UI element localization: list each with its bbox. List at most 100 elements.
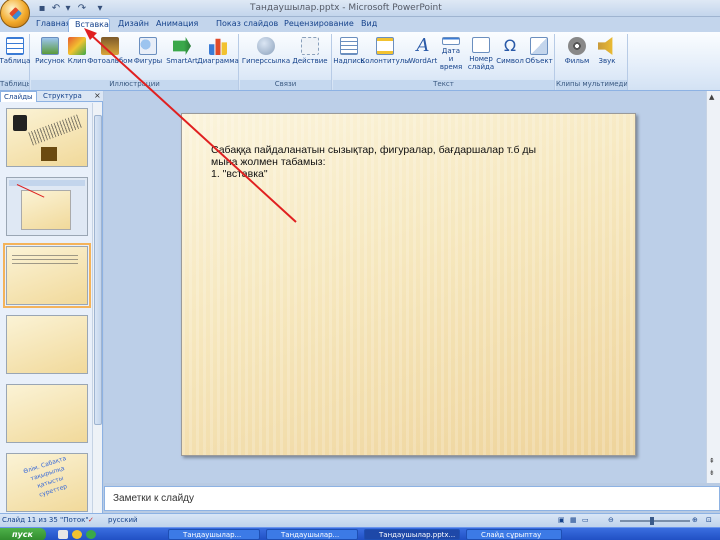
textbox-button[interactable]: Надпись <box>333 37 365 71</box>
table-button[interactable]: Таблица <box>0 37 30 71</box>
slide-number-button[interactable]: Номер слайда <box>467 37 495 71</box>
slide-thumbnail-6[interactable]: Өлім. Сабақта тақырыпқа қатысты суреттер <box>6 453 88 512</box>
current-slide[interactable]: Сабаққа пайдаланатын сызықтар, фигуралар… <box>181 113 636 456</box>
group-text: Надпись Колонтитулы A WordArt Дата и вре… <box>333 34 555 90</box>
zoom-slider-handle[interactable] <box>650 517 654 525</box>
panel-tabs: Слайды Структура × <box>0 91 103 102</box>
tab-view[interactable]: Вид <box>355 18 383 32</box>
quick-launch-icon[interactable] <box>72 530 82 539</box>
sorter-view-icon[interactable]: ▦ <box>570 516 577 524</box>
ribbon: Таблица Таблицы Рисунок Клип Фотоальбом … <box>0 32 720 91</box>
smartart-button[interactable]: SmartArt <box>166 37 198 71</box>
action-icon <box>301 37 319 55</box>
notes-placeholder: Заметки к слайду <box>113 493 194 504</box>
spellcheck-icon[interactable]: ✓ <box>88 516 94 524</box>
zoom-out-icon[interactable]: ⊖ <box>608 516 614 524</box>
undo-icon[interactable]: ↶ <box>50 2 62 15</box>
status-bar: Слайд 11 из 35 "Поток" ✓ русский ▣ ▦ ▭ ⊖… <box>0 513 720 527</box>
thumb-text-lines <box>12 255 78 265</box>
start-button[interactable]: пуск <box>0 528 46 540</box>
quick-launch-icon[interactable] <box>58 530 68 539</box>
next-slide-icon[interactable]: ⇟ <box>709 469 715 477</box>
slide-text-line: 1. "вставка" <box>211 168 268 180</box>
taskbar: пуск Тандаушылар... Тандаушылар... Танда… <box>0 527 720 540</box>
taskbar-item[interactable]: Слайд сұрыптау <box>466 529 562 540</box>
textbox-icon <box>340 37 358 55</box>
tab-slides[interactable]: Слайды <box>0 91 37 102</box>
diagonal-text <box>28 114 82 146</box>
clipart-icon <box>68 37 86 55</box>
quick-launch-icon[interactable] <box>86 530 96 539</box>
chart-button[interactable]: Диаграмма <box>197 37 239 71</box>
panel-scrollbar[interactable] <box>92 103 102 513</box>
vertical-scrollbar[interactable]: ▲ ⇞ ⇟ <box>706 91 720 483</box>
tab-insert[interactable]: Вставка <box>68 18 110 32</box>
undo-dropdown-icon[interactable]: ▾ <box>62 2 74 15</box>
speaker-icon <box>598 37 613 55</box>
slide-thumbnail-2[interactable] <box>6 177 88 236</box>
tab-animation[interactable]: Анимация <box>150 18 204 32</box>
slideshow-view-icon[interactable]: ▭ <box>582 516 589 524</box>
tab-outline[interactable]: Структура <box>40 91 85 102</box>
close-icon[interactable]: × <box>94 91 101 100</box>
shapes-icon <box>139 37 157 55</box>
slide-canvas: Сабаққа пайдаланатын сызықтар, фигуралар… <box>104 91 706 483</box>
group-media: Фильм Звук Клипы мультимедиа <box>556 34 628 90</box>
theme-name: "Поток" <box>60 516 89 524</box>
slide-thumbnail-3[interactable] <box>3 243 91 308</box>
ribbon-tabs: Главная Вставка Дизайн Анимация Показ сл… <box>0 17 720 32</box>
hyperlink-button[interactable]: Гиперссылка <box>242 37 290 71</box>
table-icon <box>6 37 24 55</box>
omega-icon: Ω <box>503 36 517 55</box>
slide-thumbnail-1[interactable] <box>6 108 88 167</box>
slide-thumbnail-5[interactable] <box>6 384 88 443</box>
slide-thumbnail-4[interactable] <box>6 315 88 374</box>
group-illustrations: Рисунок Клип Фотоальбом Фигуры SmartArt … <box>31 34 239 90</box>
film-reel-icon <box>568 37 586 55</box>
zoom-in-icon[interactable]: ⊕ <box>692 516 698 524</box>
symbol-button[interactable]: Ω Символ <box>496 36 524 71</box>
thumb-blue-text: Өлім. Сабақта тақырыпқа қатысты суреттер <box>22 454 68 499</box>
header-footer-button[interactable]: Колонтитулы <box>360 37 410 71</box>
normal-view-icon[interactable]: ▣ <box>558 516 565 524</box>
prev-slide-icon[interactable]: ⇞ <box>709 457 715 465</box>
clipart-figures <box>41 147 57 161</box>
object-icon <box>530 37 548 55</box>
customize-qat-icon[interactable]: ▾ <box>94 2 106 15</box>
chart-icon <box>209 38 227 55</box>
language-indicator[interactable]: русский <box>108 516 138 524</box>
panel-scroll-thumb[interactable] <box>94 115 102 425</box>
slide-text-box[interactable]: Сабаққа пайдаланатын сызықтар, фигуралар… <box>211 144 601 180</box>
fit-to-window-icon[interactable]: ⊡ <box>706 516 712 524</box>
clip-button[interactable]: Клип <box>67 37 87 71</box>
movie-button[interactable]: Фильм <box>564 37 590 71</box>
calendar-icon <box>442 37 460 45</box>
smartart-icon <box>173 37 191 55</box>
shapes-button[interactable]: Фигуры <box>134 37 162 71</box>
group-tables: Таблица Таблицы <box>0 34 30 90</box>
zoom-slider[interactable] <box>620 517 690 525</box>
slide-number-icon <box>472 37 490 53</box>
taskbar-item[interactable]: Тандаушылар... <box>266 529 358 540</box>
redo-icon[interactable]: ↷ <box>76 2 88 15</box>
save-icon[interactable]: ▪ <box>36 2 48 15</box>
slide-text-line: Сабаққа пайдаланатын сызықтар, фигуралар… <box>211 144 537 156</box>
action-button[interactable]: Действие <box>292 37 328 71</box>
taskbar-item[interactable]: Тандаушылар... <box>168 529 260 540</box>
scroll-up-icon[interactable]: ▲ <box>709 93 714 101</box>
tab-slideshow[interactable]: Показ слайдов <box>210 18 284 32</box>
document-title: Тандаушылар.pptx - Microsoft PowerPoint <box>250 3 442 13</box>
picture-button[interactable]: Рисунок <box>35 37 65 71</box>
photo-album-button[interactable]: Фотоальбом <box>87 37 133 71</box>
globe-icon <box>257 37 275 55</box>
tab-review[interactable]: Рецензирование <box>278 18 360 32</box>
wordart-icon: A <box>416 35 430 56</box>
wordart-button[interactable]: A WordArt <box>409 37 437 71</box>
date-time-button[interactable]: Дата и время <box>439 37 463 71</box>
taskbar-item[interactable]: Тандаушылар.pptx... <box>364 529 460 540</box>
tab-design[interactable]: Дизайн <box>112 18 155 32</box>
notes-pane[interactable]: Заметки к слайду <box>104 486 720 511</box>
sound-button[interactable]: Звук <box>594 37 620 71</box>
object-button[interactable]: Объект <box>525 37 553 71</box>
slide-counter: Слайд 11 из 35 <box>2 516 58 524</box>
